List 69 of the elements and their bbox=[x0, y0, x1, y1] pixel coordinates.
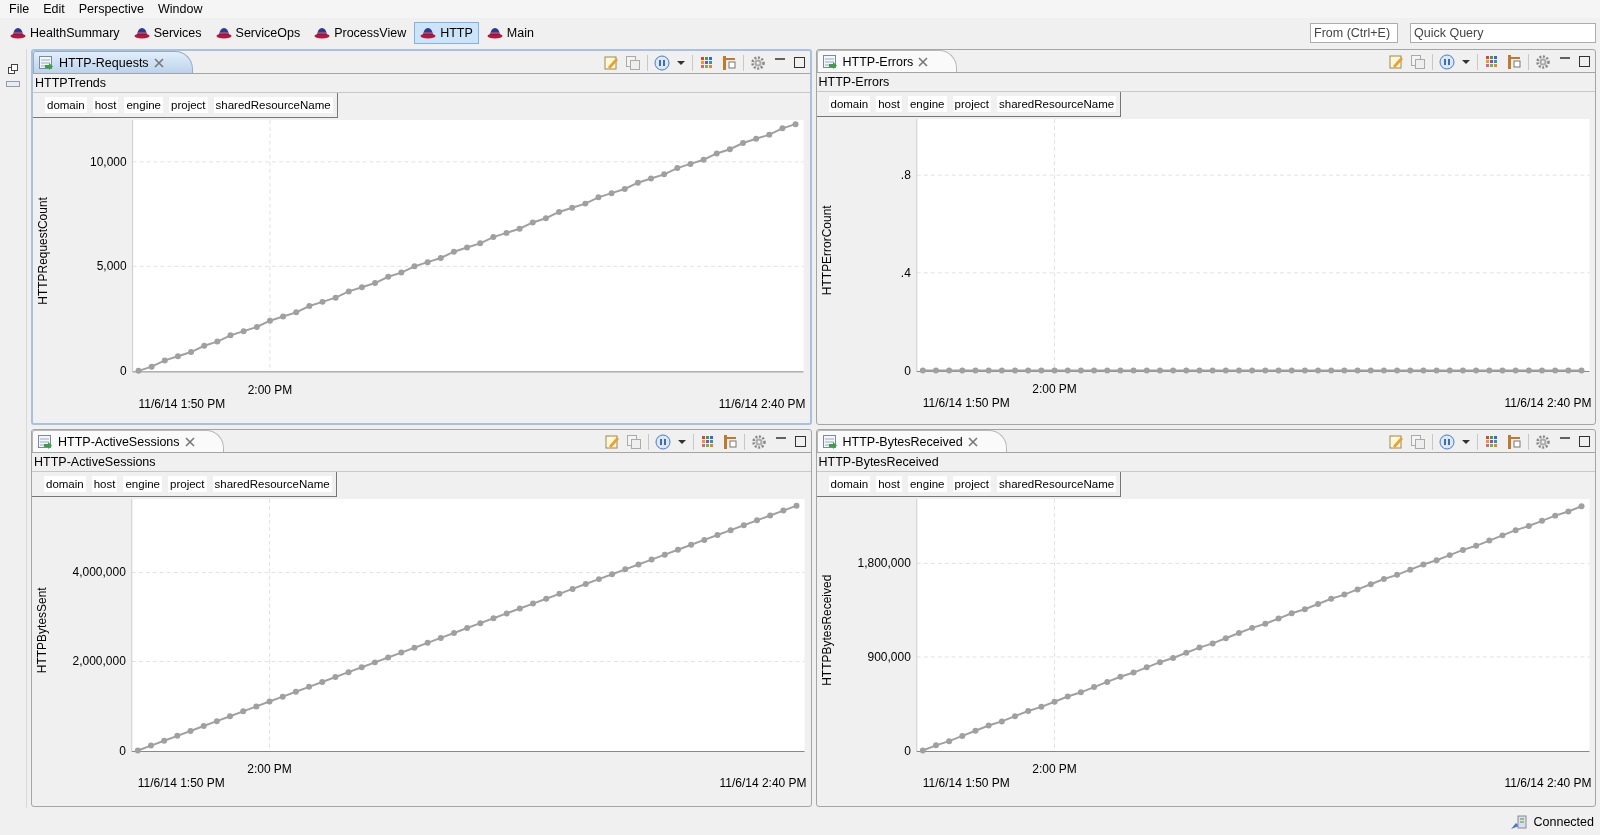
filter-chip[interactable]: engine bbox=[907, 96, 947, 112]
filter-chip[interactable]: project bbox=[952, 476, 992, 492]
filter-chip[interactable]: engine bbox=[907, 476, 947, 492]
perspective-button[interactable]: Main bbox=[480, 22, 540, 44]
menu-item[interactable]: File bbox=[2, 2, 37, 16]
filter-chip[interactable]: project bbox=[169, 97, 208, 113]
x-tick-label: 2:00 PM bbox=[247, 382, 293, 397]
chart-title: HTTP-Errors bbox=[816, 73, 1595, 92]
range-start-label: 11/6/14 1:50 PM bbox=[137, 776, 225, 791]
filter-chip[interactable]: project bbox=[168, 476, 207, 492]
chart-title: HTTP-BytesReceived bbox=[816, 453, 1595, 472]
filter-chip[interactable]: engine bbox=[123, 476, 162, 492]
y-tick-label: 4,000,000 bbox=[72, 565, 126, 580]
view-tab[interactable]: HTTP-Errors bbox=[816, 50, 958, 72]
range-start-label: 11/6/14 1:50 PM bbox=[922, 776, 1010, 791]
filter-chip[interactable]: sharedResourceName bbox=[997, 96, 1117, 112]
range-start-label: 11/6/14 1:50 PM bbox=[922, 396, 1010, 411]
filter-chip[interactable]: project bbox=[952, 96, 992, 112]
y-tick-label: .4 bbox=[900, 265, 911, 280]
y-tick-label: 1,800,000 bbox=[857, 556, 911, 571]
y-tick-label: 900,000 bbox=[867, 649, 911, 664]
y-tick-label: 2,000,000 bbox=[72, 654, 126, 669]
filter-chip[interactable]: host bbox=[92, 97, 119, 113]
range-end-label: 11/6/14 2:40 PM bbox=[718, 396, 806, 411]
filter-chip[interactable]: sharedResourceName bbox=[213, 97, 333, 113]
x-tick-label: 2:00 PM bbox=[1031, 762, 1077, 777]
perspective-button[interactable]: HealthSummary bbox=[4, 22, 126, 44]
y-tick-label: 0 bbox=[903, 743, 911, 758]
view-tab[interactable]: HTTP-ActiveSessions bbox=[32, 430, 224, 452]
perspective-button[interactable]: HTTP bbox=[414, 22, 479, 44]
y-tick-label: .8 bbox=[900, 168, 911, 183]
x-tick-label: 2:00 PM bbox=[1031, 382, 1077, 397]
y-axis-label: HTTPBytesReceived bbox=[819, 574, 834, 686]
filter-chip[interactable]: domain bbox=[828, 96, 871, 112]
range-end-label: 11/6/14 2:40 PM bbox=[719, 776, 807, 791]
menu-item[interactable]: Perspective bbox=[71, 2, 151, 16]
view-tab[interactable]: HTTP-BytesReceived bbox=[816, 430, 1007, 452]
filter-chip[interactable]: host bbox=[876, 96, 902, 112]
x-tick-label: 2:00 PM bbox=[247, 762, 292, 777]
y-axis-label: HTTPRequestCount bbox=[35, 197, 50, 305]
chart-title: HTTP-ActiveSessions bbox=[32, 453, 811, 472]
search-field[interactable]: Quick Query bbox=[1410, 23, 1596, 43]
menu-item[interactable]: Edit bbox=[36, 2, 72, 16]
y-tick-label: 5,000 bbox=[96, 259, 127, 274]
y-tick-label: 0 bbox=[119, 363, 127, 378]
y-tick-label: 10,000 bbox=[90, 154, 127, 169]
filter-chip[interactable]: engine bbox=[124, 97, 163, 113]
menu-item[interactable]: Window bbox=[151, 2, 210, 16]
y-tick-label: 0 bbox=[903, 363, 911, 378]
filter-chip[interactable]: sharedResourceName bbox=[997, 476, 1117, 492]
range-start-label: 11/6/14 1:50 PM bbox=[138, 396, 226, 411]
filter-chip[interactable]: domain bbox=[828, 476, 871, 492]
range-end-label: 11/6/14 2:40 PM bbox=[1504, 396, 1591, 411]
search-field[interactable]: From (Ctrl+E) bbox=[1310, 23, 1398, 43]
view-tab[interactable]: HTTP-Requests bbox=[33, 51, 193, 73]
range-end-label: 11/6/14 2:40 PM bbox=[1504, 776, 1591, 791]
y-axis-label: HTTPBytesSent bbox=[34, 587, 49, 674]
perspective-button[interactable]: Services bbox=[127, 22, 208, 44]
chart-title: HTTPTrends bbox=[33, 74, 810, 93]
filter-chip[interactable]: host bbox=[91, 476, 118, 492]
filter-chip[interactable]: sharedResourceName bbox=[212, 476, 332, 492]
status-text: Connected bbox=[1533, 814, 1594, 829]
filter-chip[interactable]: domain bbox=[44, 476, 86, 492]
perspective-button[interactable]: ProcessView bbox=[308, 22, 413, 44]
perspective-button[interactable]: ServiceOps bbox=[209, 22, 307, 44]
filter-chip[interactable]: host bbox=[876, 476, 902, 492]
filter-chip[interactable]: domain bbox=[45, 97, 87, 113]
y-tick-label: 0 bbox=[119, 743, 126, 758]
y-axis-label: HTTPErrorCount bbox=[819, 205, 834, 296]
